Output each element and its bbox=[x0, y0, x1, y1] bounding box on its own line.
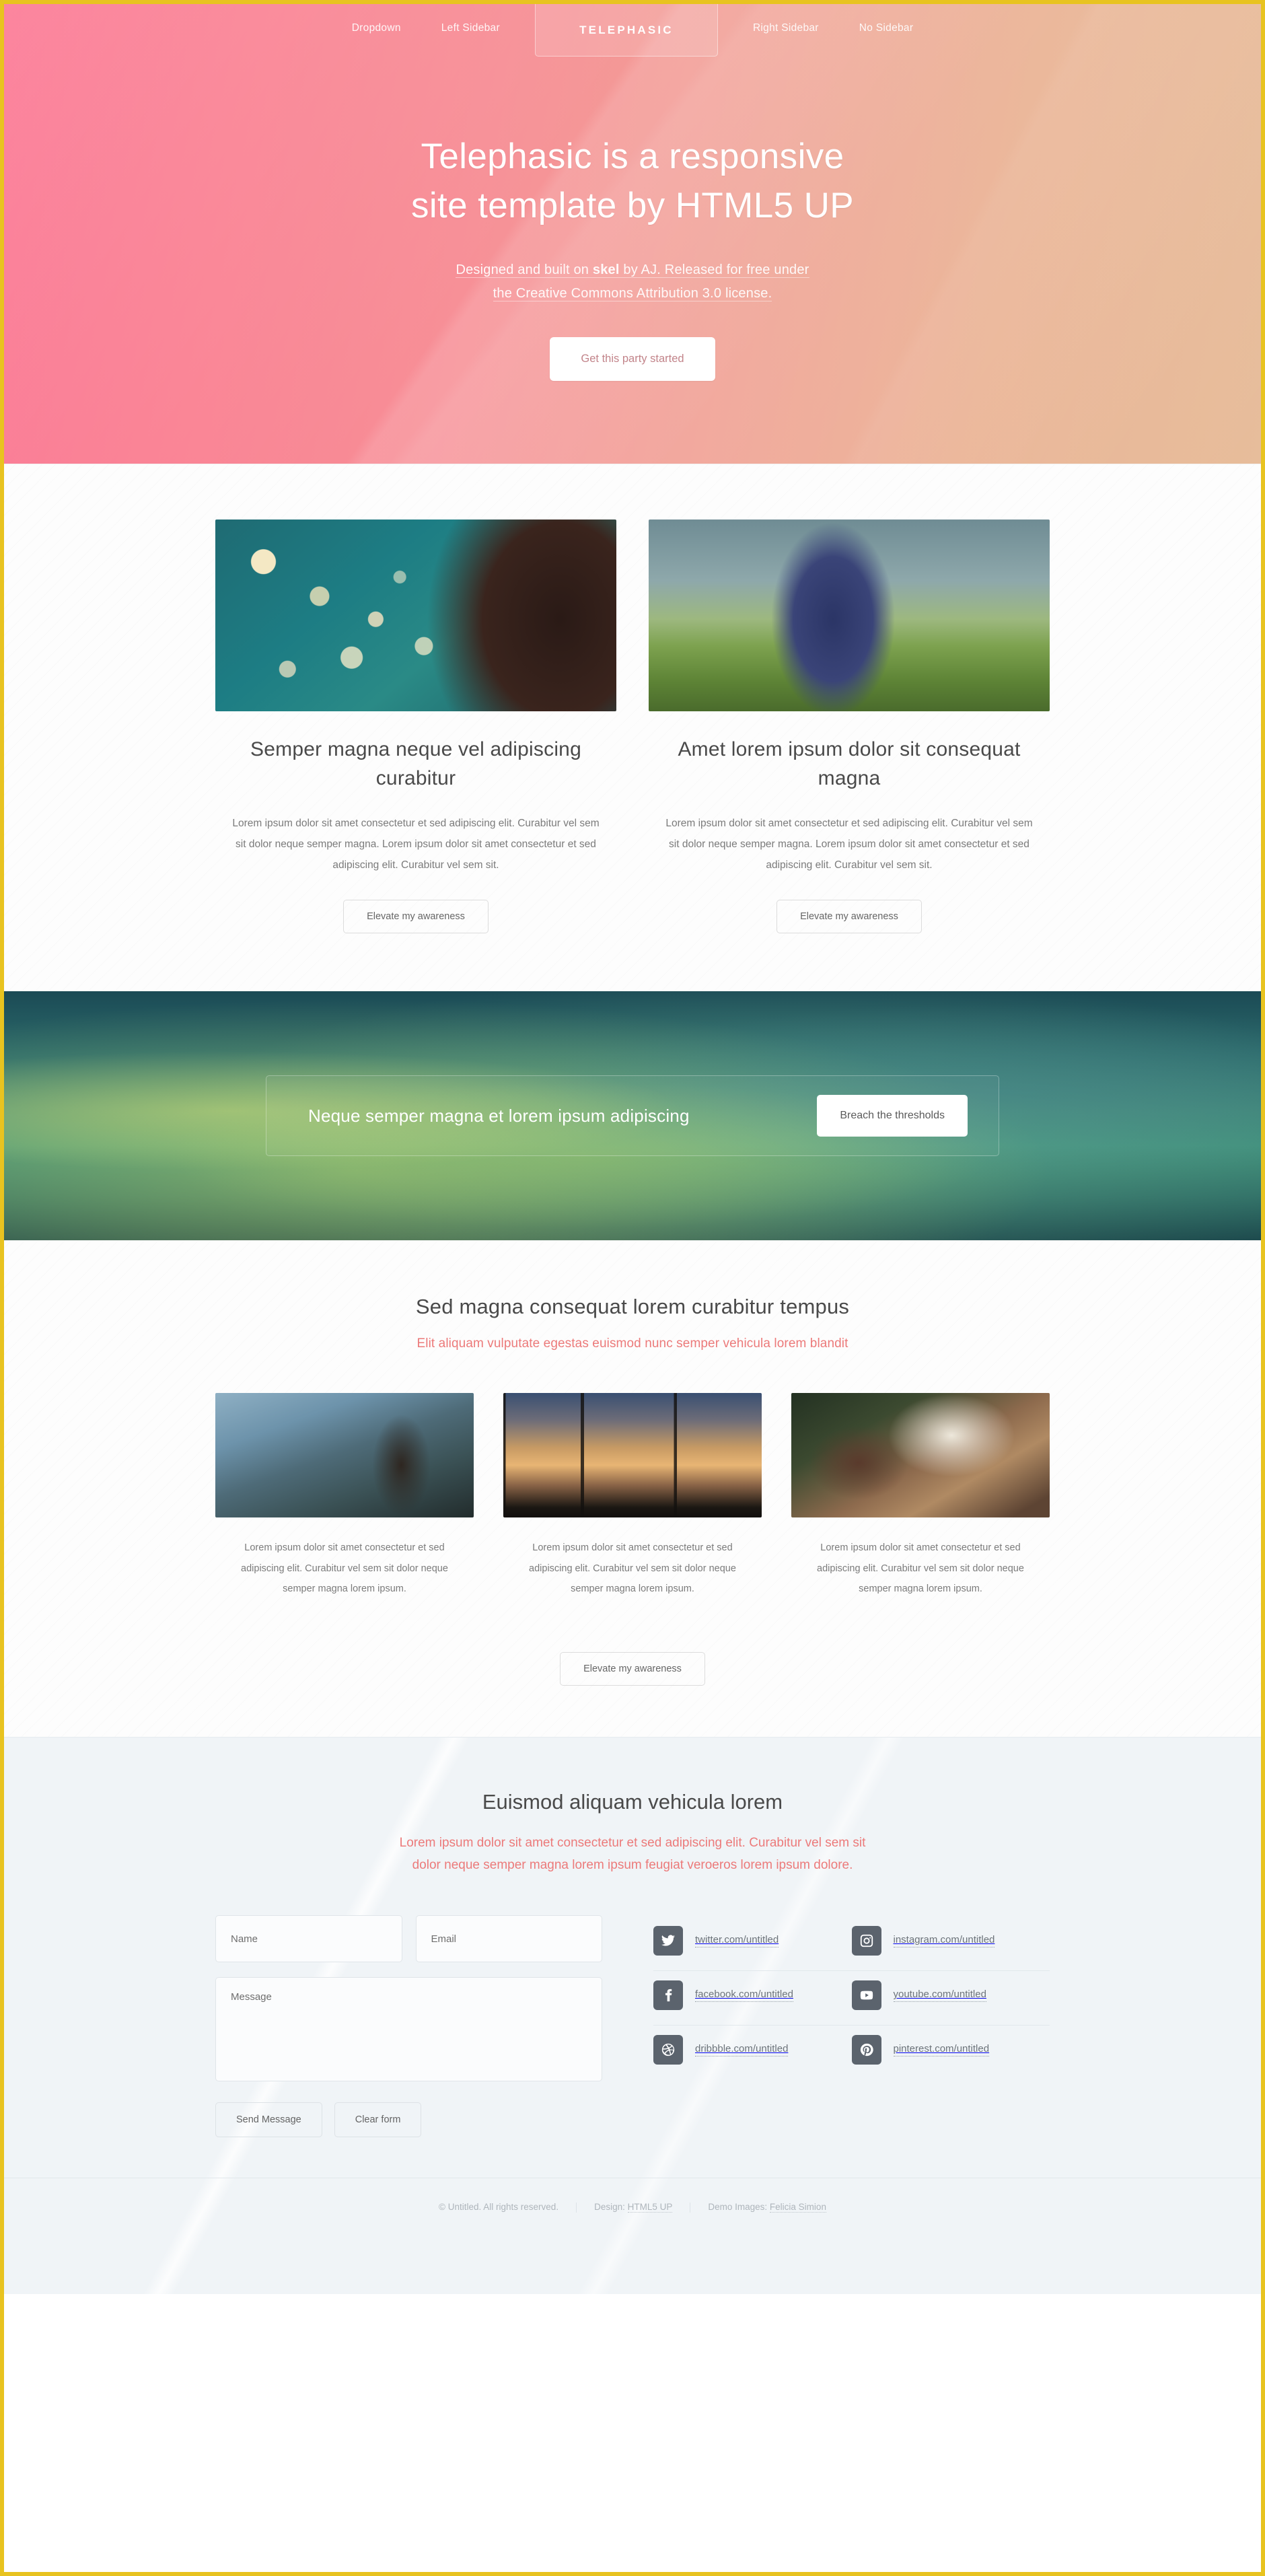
message-textarea[interactable] bbox=[215, 1977, 602, 2081]
showcase-subheading: Elit aliquam vulputate egestas euismod n… bbox=[417, 1336, 848, 1351]
showcase-button[interactable]: Elevate my awareness bbox=[560, 1651, 705, 1686]
send-message-button[interactable]: Send Message bbox=[215, 2102, 322, 2137]
hero-sub-mid: by AJ. Released for free under bbox=[619, 262, 809, 278]
showcase-image-woman-lace bbox=[791, 1393, 1050, 1518]
feature-body-2: Lorem ipsum dolor sit amet consectetur e… bbox=[665, 818, 1033, 871]
showcase-section: Sed magna consequat lorem curabitur temp… bbox=[4, 1240, 1261, 1737]
feature-image-woman-field bbox=[649, 520, 1050, 711]
showcase-heading: Sed magna consequat lorem curabitur temp… bbox=[415, 1295, 850, 1319]
contact-inner: Euismod aliquam vehicula lorem Lorem ips… bbox=[215, 1789, 1050, 2137]
nav-item-dropdown[interactable]: Dropdown bbox=[332, 4, 421, 34]
main-navigation: Dropdown Left Sidebar TELEPHASIC Right S… bbox=[4, 4, 1261, 58]
social-label: pinterest.com/untitled bbox=[893, 2043, 990, 2056]
page-footer: © Untitled. All rights reserved. Design:… bbox=[4, 2178, 1261, 2294]
hero-title-line-2: site template by HTML5 UP bbox=[410, 186, 854, 226]
nav-item-no-sidebar[interactable]: No Sidebar bbox=[839, 4, 934, 34]
contact-form: Send Message Clear form bbox=[215, 1915, 602, 2137]
footer-copyright: © Untitled. All rights reserved. bbox=[439, 2202, 559, 2212]
cta-banner-button[interactable]: Breach the thresholds bbox=[817, 1095, 968, 1137]
hero-section: Dropdown Left Sidebar TELEPHASIC Right S… bbox=[4, 4, 1261, 464]
showcase-body-3: Lorem ipsum dolor sit amet consectetur e… bbox=[817, 1542, 1024, 1595]
social-label: youtube.com/untitled bbox=[893, 1989, 986, 2002]
clear-form-button[interactable]: Clear form bbox=[334, 2102, 422, 2137]
social-label: dribbble.com/untitled bbox=[695, 2043, 789, 2056]
feature-column-1: Semper magna neque vel adipiscing curabi… bbox=[215, 520, 616, 934]
footer-design: Design: HTML5 UP bbox=[576, 2202, 690, 2213]
contact-form-actions: Send Message Clear form bbox=[215, 2102, 602, 2137]
social-label: instagram.com/untitled bbox=[893, 1934, 995, 1947]
showcase-body-2: Lorem ipsum dolor sit amet consectetur e… bbox=[529, 1542, 736, 1595]
feature-button-2[interactable]: Elevate my awareness bbox=[776, 900, 922, 934]
showcase-column-2: Lorem ipsum dolor sit amet consectetur e… bbox=[503, 1393, 762, 1599]
showcase-column-3: Lorem ipsum dolor sit amet consectetur e… bbox=[791, 1393, 1050, 1599]
contact-section: Euismod aliquam vehicula lorem Lorem ips… bbox=[4, 1736, 1261, 2294]
social-links-list: twitter.com/untitled instagram.com/untit… bbox=[653, 1915, 1050, 2137]
youtube-icon bbox=[851, 1980, 881, 2010]
contact-subheading-line-2: dolor neque semper magna lorem ipsum feu… bbox=[412, 1857, 853, 1872]
social-link-facebook[interactable]: facebook.com/untitled bbox=[653, 1980, 852, 2010]
nav-item-right-sidebar[interactable]: Right Sidebar bbox=[733, 4, 839, 34]
showcase-inner: Sed magna consequat lorem curabitur temp… bbox=[215, 1241, 1050, 1736]
feature-column-2: Amet lorem ipsum dolor sit consequat mag… bbox=[649, 520, 1050, 934]
hero-title: Telephasic is a responsive site template… bbox=[4, 132, 1261, 230]
nav-logo-telephasic[interactable]: TELEPHASIC bbox=[534, 4, 718, 57]
social-row: dribbble.com/untitled pinterest.com/unti… bbox=[653, 2026, 1050, 2079]
email-input[interactable] bbox=[415, 1915, 602, 1962]
hero-subtitle: Designed and built on skel by AJ. Releas… bbox=[4, 258, 1261, 305]
facebook-icon bbox=[653, 1980, 683, 2010]
footer-images-prefix: Demo Images: bbox=[708, 2202, 770, 2212]
social-label: twitter.com/untitled bbox=[695, 1934, 779, 1947]
footer-design-prefix: Design: bbox=[594, 2202, 628, 2212]
features-grid: Semper magna neque vel adipiscing curabi… bbox=[215, 464, 1050, 991]
cta-banner-box: Neque semper magna et lorem ipsum adipis… bbox=[266, 1075, 999, 1157]
social-link-dribbble[interactable]: dribbble.com/untitled bbox=[653, 2035, 852, 2065]
contact-subheading: Lorem ipsum dolor sit amet consectetur e… bbox=[215, 1832, 1050, 1877]
social-link-youtube[interactable]: youtube.com/untitled bbox=[851, 1980, 1050, 2010]
showcase-column-1: Lorem ipsum dolor sit amet consectetur e… bbox=[215, 1393, 474, 1599]
feature-image-man-bokeh bbox=[215, 520, 616, 711]
pinterest-icon bbox=[851, 2035, 881, 2065]
feature-heading-1: Semper magna neque vel adipiscing curabi… bbox=[250, 738, 581, 789]
social-row: facebook.com/untitled youtube.com/untitl… bbox=[653, 1971, 1050, 2026]
social-link-pinterest[interactable]: pinterest.com/untitled bbox=[851, 2035, 1050, 2065]
social-link-instagram[interactable]: instagram.com/untitled bbox=[851, 1926, 1050, 1956]
dribbble-icon bbox=[653, 2035, 683, 2065]
nav-item-left-sidebar[interactable]: Left Sidebar bbox=[421, 4, 520, 34]
name-input[interactable] bbox=[215, 1915, 402, 1962]
hero-subtitle-line-2: the Creative Commons Attribution 3.0 lic… bbox=[493, 285, 772, 301]
feature-heading-2: Amet lorem ipsum dolor sit consequat mag… bbox=[678, 738, 1021, 789]
footer-images-link[interactable]: Felicia Simion bbox=[769, 2202, 826, 2213]
hero-content: Telephasic is a responsive site template… bbox=[4, 58, 1261, 382]
hero-cta-button[interactable]: Get this party started bbox=[550, 337, 715, 382]
hero-sub-pre: Designed and built on bbox=[456, 262, 593, 278]
hero-sub-brand[interactable]: skel bbox=[593, 262, 620, 277]
contact-subheading-line-1: Lorem ipsum dolor sit amet consectetur e… bbox=[399, 1835, 866, 1850]
hero-subtitle-line-1: Designed and built on skel by AJ. Releas… bbox=[456, 262, 809, 279]
cta-banner-text: Neque semper magna et lorem ipsum adipis… bbox=[308, 1105, 690, 1126]
feature-button-1[interactable]: Elevate my awareness bbox=[343, 900, 489, 934]
showcase-button-wrap: Elevate my awareness bbox=[215, 1628, 1050, 1686]
showcase-image-wind-turbines bbox=[503, 1393, 762, 1518]
showcase-grid: Lorem ipsum dolor sit amet consectetur e… bbox=[215, 1393, 1050, 1599]
contact-columns: Send Message Clear form twitter.com/unti… bbox=[215, 1915, 1050, 2137]
footer-images: Demo Images: Felicia Simion bbox=[690, 2202, 844, 2213]
hero-title-line-1: Telephasic is a responsive bbox=[421, 137, 844, 176]
footer-list: © Untitled. All rights reserved. Design:… bbox=[421, 2202, 844, 2213]
social-label: facebook.com/untitled bbox=[695, 1989, 793, 2002]
contact-heading: Euismod aliquam vehicula lorem bbox=[482, 1789, 783, 1814]
footer-design-link[interactable]: HTML5 UP bbox=[627, 2202, 673, 2213]
showcase-body-1: Lorem ipsum dolor sit amet consectetur e… bbox=[241, 1542, 448, 1595]
page-root: Dropdown Left Sidebar TELEPHASIC Right S… bbox=[0, 0, 1265, 2576]
instagram-icon bbox=[851, 1926, 881, 1956]
feature-body-1: Lorem ipsum dolor sit amet consectetur e… bbox=[232, 818, 600, 871]
features-section: Semper magna neque vel adipiscing curabi… bbox=[4, 464, 1261, 992]
twitter-icon bbox=[653, 1926, 683, 1956]
cta-banner-section: Neque semper magna et lorem ipsum adipis… bbox=[4, 991, 1261, 1241]
social-link-twitter[interactable]: twitter.com/untitled bbox=[653, 1926, 852, 1956]
showcase-image-train-platform bbox=[215, 1393, 474, 1518]
contact-form-row bbox=[215, 1915, 602, 1962]
social-row: twitter.com/untitled instagram.com/untit… bbox=[653, 1917, 1050, 1971]
